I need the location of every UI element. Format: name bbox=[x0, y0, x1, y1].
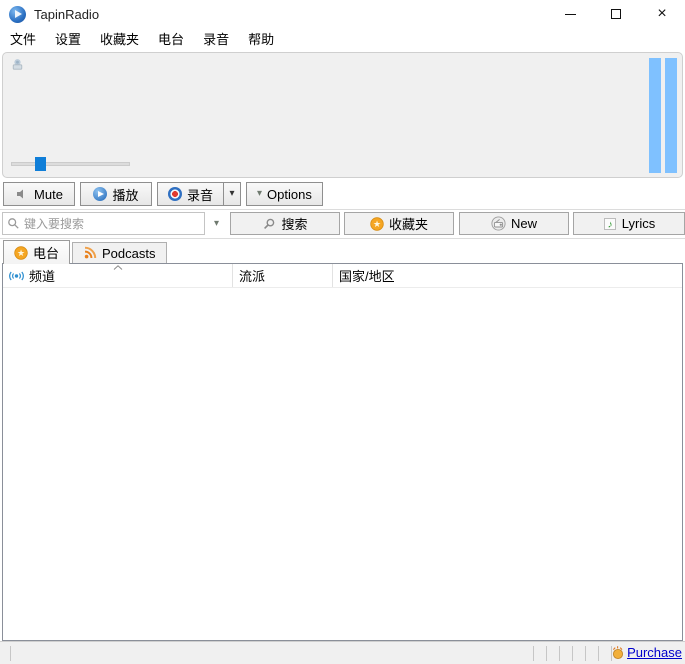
record-label: 录音 bbox=[187, 187, 214, 203]
column-header-genre[interactable]: 流派 bbox=[233, 264, 333, 287]
menu-item-radio[interactable]: 电台 bbox=[158, 28, 190, 49]
lyrics-button-label: Lyrics bbox=[621, 216, 656, 231]
menu-item-file[interactable]: 文件 bbox=[10, 28, 42, 49]
search-icon bbox=[8, 218, 19, 229]
app-icon[interactable] bbox=[9, 5, 26, 23]
tabbar: ★ 电台 Podcasts bbox=[3, 240, 167, 264]
new-button-label: New bbox=[510, 216, 537, 231]
close-icon: × bbox=[657, 5, 667, 22]
lyrics-note-icon: ♪ bbox=[603, 217, 616, 230]
column-header-channel[interactable]: 频道 bbox=[3, 264, 233, 287]
new-stations-button[interactable]: New bbox=[459, 212, 569, 235]
mute-label: Mute bbox=[34, 186, 63, 202]
menubar: 文件 设置 收藏夹 电台 录音 帮助 bbox=[0, 28, 685, 48]
menu-item-favorites[interactable]: 收藏夹 bbox=[100, 28, 145, 49]
chevron-down-icon: ▾ bbox=[257, 188, 263, 199]
play-icon bbox=[93, 187, 108, 201]
record-dropdown-button[interactable]: ▾ bbox=[223, 182, 242, 206]
search-button[interactable]: 搜索 bbox=[230, 212, 340, 235]
broadcast-icon bbox=[9, 271, 24, 280]
svg-text:★: ★ bbox=[373, 219, 381, 229]
rss-icon bbox=[84, 246, 97, 259]
maximize-icon bbox=[611, 9, 621, 19]
star-badge-icon: ★ bbox=[370, 216, 384, 231]
search-box bbox=[2, 212, 205, 235]
close-button[interactable]: × bbox=[639, 0, 685, 28]
lyrics-button[interactable]: ♪ Lyrics bbox=[573, 212, 685, 235]
menu-item-settings[interactable]: 设置 bbox=[55, 28, 87, 49]
options-button[interactable]: ▾ Options bbox=[246, 182, 323, 206]
titlebar: TapinRadio × bbox=[0, 0, 685, 28]
statusbar-separator bbox=[572, 646, 573, 661]
separator-line bbox=[0, 238, 685, 239]
vu-meter-left bbox=[649, 58, 661, 173]
purchase-icon bbox=[613, 646, 624, 660]
column-label-genre: 流派 bbox=[239, 269, 266, 284]
vu-meters bbox=[649, 58, 677, 173]
column-header-country[interactable]: 国家/地区 bbox=[333, 264, 682, 287]
station-list[interactable] bbox=[3, 289, 682, 640]
player-display-panel bbox=[2, 52, 683, 178]
play-label: 播放 bbox=[112, 187, 139, 203]
star-badge-icon: ★ bbox=[14, 245, 28, 260]
svg-text:♪: ♪ bbox=[607, 219, 612, 230]
window-controls: × bbox=[547, 0, 685, 28]
station-table: 频道 流派 国家/地区 bbox=[2, 263, 683, 641]
statusbar-separator bbox=[559, 646, 560, 661]
tab-stations-label: 电台 bbox=[33, 246, 60, 261]
statusbar-separator bbox=[585, 646, 586, 661]
minimize-icon bbox=[564, 13, 576, 15]
table-header: 频道 流派 国家/地区 bbox=[3, 264, 682, 288]
search-button-label: 搜索 bbox=[281, 217, 308, 232]
chevron-down-icon: ▾ bbox=[213, 217, 220, 229]
tab-podcasts-label: Podcasts bbox=[102, 245, 156, 261]
tab-stations[interactable]: ★ 电台 bbox=[3, 240, 71, 264]
volume-track[interactable] bbox=[11, 162, 130, 166]
column-label-channel: 频道 bbox=[29, 269, 56, 284]
volume-thumb[interactable] bbox=[34, 157, 46, 171]
speaker-icon bbox=[17, 189, 24, 199]
record-icon bbox=[168, 187, 182, 201]
favorites-button-label: 收藏夹 bbox=[388, 217, 428, 232]
search-history-dropdown[interactable]: ▾ bbox=[208, 212, 225, 235]
volume-slider[interactable] bbox=[11, 157, 130, 171]
vu-meter-right bbox=[665, 58, 677, 173]
statusbar-separator bbox=[10, 646, 11, 661]
statusbar-separator bbox=[598, 646, 599, 661]
statusbar-separator bbox=[546, 646, 547, 661]
search-input[interactable] bbox=[24, 216, 200, 231]
chevron-down-icon: ▾ bbox=[229, 188, 235, 199]
radio-icon bbox=[12, 59, 23, 70]
radio-icon bbox=[491, 216, 506, 231]
statusbar: Purchase bbox=[0, 641, 685, 664]
player-toolbar: Mute 播放 录音 ▾ ▾ Options bbox=[3, 182, 323, 206]
record-button[interactable]: 录音 bbox=[157, 182, 224, 206]
separator-line bbox=[0, 209, 685, 210]
options-label: Options bbox=[267, 186, 312, 202]
menu-item-record[interactable]: 录音 bbox=[203, 28, 235, 49]
statusbar-separator bbox=[533, 646, 534, 661]
purchase-link[interactable]: Purchase bbox=[610, 645, 682, 660]
search-row: ▾ 搜索 ★ 收藏夹 New bbox=[2, 212, 685, 235]
search-icon bbox=[264, 218, 275, 229]
mute-button[interactable]: Mute bbox=[3, 182, 75, 206]
window-title: TapinRadio bbox=[34, 6, 100, 22]
column-label-country: 国家/地区 bbox=[339, 269, 395, 284]
svg-text:★: ★ bbox=[17, 248, 25, 258]
favorites-button[interactable]: ★ 收藏夹 bbox=[344, 212, 454, 235]
tab-podcasts[interactable]: Podcasts bbox=[72, 242, 167, 263]
menu-item-help[interactable]: 帮助 bbox=[248, 28, 280, 49]
play-button[interactable]: 播放 bbox=[80, 182, 152, 206]
purchase-link-text[interactable]: Purchase bbox=[627, 645, 682, 660]
record-split-button: 录音 ▾ bbox=[157, 182, 242, 206]
maximize-button[interactable] bbox=[593, 0, 639, 28]
minimize-button[interactable] bbox=[547, 0, 593, 28]
sort-ascending-icon bbox=[113, 265, 123, 270]
